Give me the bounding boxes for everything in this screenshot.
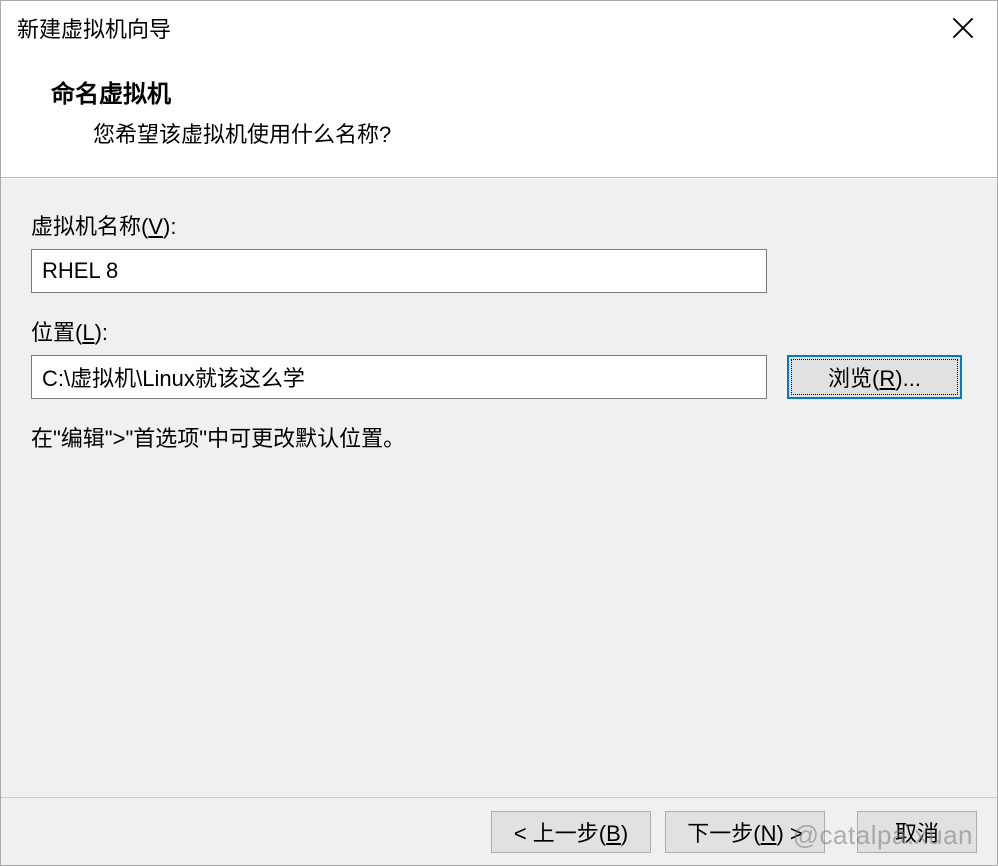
vmname-label-key: V bbox=[148, 214, 163, 239]
next-key: N bbox=[761, 821, 777, 846]
browse-button[interactable]: 浏览(R)... bbox=[787, 355, 962, 399]
next-pre: 下一步( bbox=[687, 821, 760, 846]
location-label-key: L bbox=[82, 320, 94, 345]
browse-key: R bbox=[879, 366, 895, 391]
next-button[interactable]: 下一步(N) > bbox=[665, 811, 825, 853]
location-input[interactable] bbox=[31, 355, 767, 399]
wizard-dialog: 新建虚拟机向导 命名虚拟机 您希望该虚拟机使用什么名称? 虚拟机名称(V): 位… bbox=[0, 0, 998, 866]
wizard-content: 虚拟机名称(V): 位置(L): 浏览(R)... 在"编辑">"首选项"中可更… bbox=[1, 178, 997, 797]
window-title: 新建虚拟机向导 bbox=[17, 12, 171, 44]
next-post: ) > bbox=[776, 821, 802, 846]
location-label: 位置(L): bbox=[31, 315, 967, 347]
close-button[interactable] bbox=[941, 6, 985, 50]
vmname-field-group: 虚拟机名称(V): bbox=[31, 209, 967, 293]
back-pre: < 上一步( bbox=[514, 821, 606, 846]
vmname-label-pre: 虚拟机名称( bbox=[31, 214, 148, 239]
location-label-pre: 位置( bbox=[31, 320, 82, 345]
cancel-button[interactable]: 取消 bbox=[857, 811, 977, 853]
page-subtitle: 您希望该虚拟机使用什么名称? bbox=[51, 117, 947, 149]
location-label-post: ): bbox=[95, 320, 108, 345]
page-title: 命名虚拟机 bbox=[51, 74, 947, 109]
browse-post: )... bbox=[895, 366, 921, 391]
location-field-group: 位置(L): 浏览(R)... bbox=[31, 315, 967, 399]
close-icon bbox=[952, 17, 974, 39]
wizard-footer: < 上一步(B) 下一步(N) > 取消 @catalpa.xuan bbox=[1, 797, 997, 865]
back-button[interactable]: < 上一步(B) bbox=[491, 811, 651, 853]
back-post: ) bbox=[621, 821, 628, 846]
back-key: B bbox=[606, 821, 621, 846]
vmname-label: 虚拟机名称(V): bbox=[31, 209, 967, 241]
browse-pre: 浏览( bbox=[828, 366, 879, 391]
vmname-input[interactable] bbox=[31, 249, 767, 293]
vmname-label-post: ): bbox=[163, 214, 176, 239]
titlebar: 新建虚拟机向导 bbox=[1, 1, 997, 54]
wizard-header: 命名虚拟机 您希望该虚拟机使用什么名称? bbox=[1, 54, 997, 178]
location-row: 浏览(R)... bbox=[31, 355, 967, 399]
location-hint: 在"编辑">"首选项"中可更改默认位置。 bbox=[31, 421, 967, 453]
